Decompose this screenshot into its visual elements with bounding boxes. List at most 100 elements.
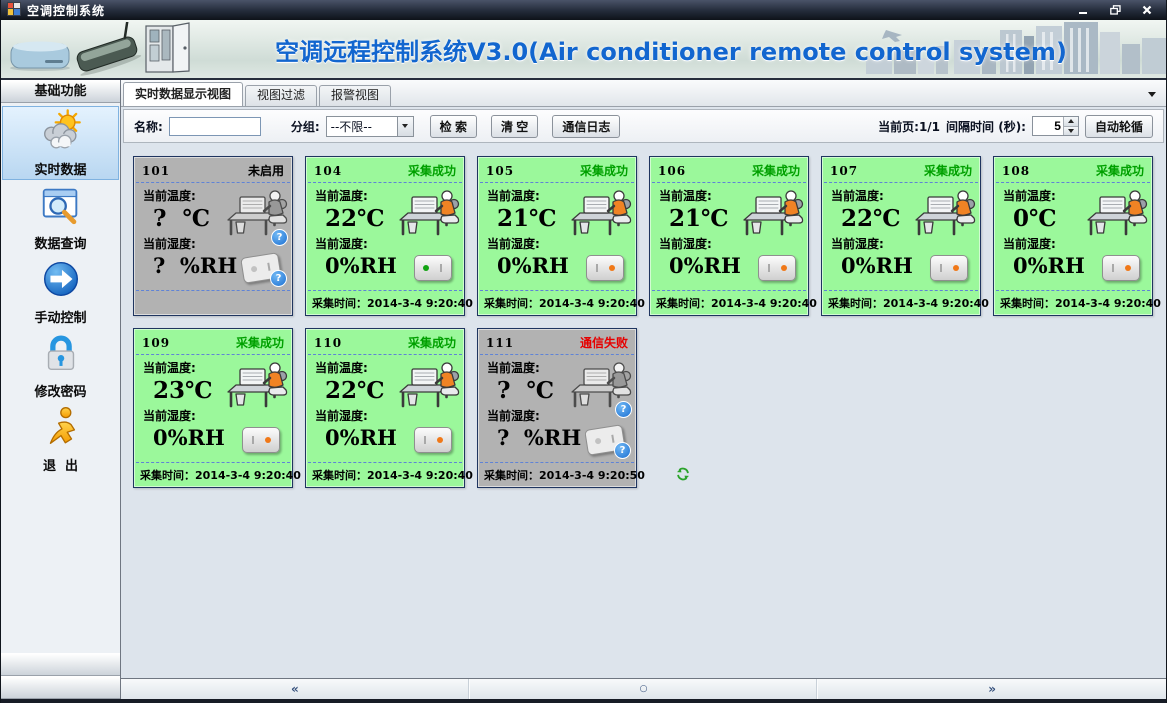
device-status: 采集成功: [408, 162, 456, 179]
sidebar-footer-button[interactable]: [1, 676, 120, 699]
collect-time-label: 采集时间：: [484, 297, 539, 310]
device-status: 通信失败: [580, 334, 628, 351]
collect-time-value: 2014-3-4 9:20:40: [883, 297, 989, 310]
sidebar-item-label: 实时数据: [34, 159, 86, 178]
device-card-111[interactable]: 111 通信失败 当前温度: ? ℃ 当前湿度: ? %RH: [477, 328, 637, 488]
titlebar: 空调控制系统: [1, 0, 1166, 20]
clear-button[interactable]: 清 空: [491, 115, 538, 138]
main-area: 基础功能 实时数据 数据查询 手动控制 修改密码 退 出 实时数据显示视图视图过…: [1, 80, 1166, 699]
group-label: 分组:: [291, 118, 320, 135]
device-id: 106: [658, 164, 686, 178]
collect-time-value: 2014-3-4 9:20:40: [539, 297, 645, 310]
power-switch-icon[interactable]: ?: [586, 427, 624, 453]
ac-unit-worker-icon: ?: [226, 188, 288, 242]
spinner-down-icon[interactable]: [1064, 126, 1078, 136]
device-id: 107: [830, 164, 858, 178]
banner: 空调远程控制系统V3.0(Air conditioner remote cont…: [1, 20, 1166, 80]
maximize-icon[interactable]: [1102, 3, 1128, 18]
page-last-button[interactable]: »: [818, 679, 1166, 699]
collect-time-text: 采集时间：2014-3-4 9:20:40: [140, 467, 301, 483]
ac-unit-worker-icon: ?: [1086, 188, 1148, 242]
double-right-arrow-icon: »: [988, 682, 996, 696]
sidebar-item-label: 修改密码: [34, 381, 86, 400]
tabstrip-dropdown-icon[interactable]: [1148, 92, 1156, 97]
close-icon[interactable]: [1134, 3, 1160, 18]
device-card-104[interactable]: 104 采集成功 当前温度: 22℃ 当前湿度: 0%RH: [305, 156, 465, 316]
search-button[interactable]: 检 索: [430, 115, 477, 138]
app-icon: [7, 1, 21, 20]
device-card-105[interactable]: 105 采集成功 当前温度: 21℃ 当前湿度: 0%RH: [477, 156, 637, 316]
device-id: 110: [314, 336, 342, 350]
sidebar-item-manual-control-arrow[interactable]: 手动控制: [2, 254, 119, 328]
collect-time-text: 采集时间：2014-3-4 9:20:40: [312, 467, 473, 483]
power-switch-icon[interactable]: ?: [586, 255, 624, 281]
page-dot-icon: ○: [640, 684, 648, 694]
device-id: 101: [142, 164, 170, 178]
minimize-icon[interactable]: [1070, 3, 1096, 18]
collect-time-label: 采集时间：: [484, 469, 539, 482]
device-card-101[interactable]: 101 未启用 当前温度: ? ℃ 当前湿度: ? %RH: [133, 156, 293, 316]
device-card-110[interactable]: 110 采集成功 当前温度: 22℃ 当前湿度: 0%RH: [305, 328, 465, 488]
spinner-up-icon[interactable]: [1064, 117, 1078, 126]
sidebar-item-data-search[interactable]: 数据查询: [2, 180, 119, 254]
group-select[interactable]: --不限--: [326, 116, 414, 137]
page-first-button[interactable]: «: [121, 679, 470, 699]
power-switch-icon[interactable]: ?: [930, 255, 968, 281]
device-status: 采集成功: [924, 162, 972, 179]
power-switch-icon[interactable]: ?: [242, 255, 280, 281]
page-indicator[interactable]: ○: [470, 679, 819, 699]
ac-unit-worker-icon: ?: [742, 188, 804, 242]
device-card-107[interactable]: 107 采集成功 当前温度: 22℃ 当前湿度: 0%RH: [821, 156, 981, 316]
power-switch-icon[interactable]: ?: [414, 427, 452, 453]
hardware-devices-image: [5, 22, 195, 80]
exit-runner-icon: [38, 404, 84, 454]
interval-input[interactable]: [1033, 117, 1063, 135]
tab[interactable]: 报警视图: [319, 85, 391, 106]
power-switch-icon[interactable]: ?: [758, 255, 796, 281]
power-switch-icon[interactable]: ?: [414, 255, 452, 281]
tab[interactable]: 视图过滤: [245, 85, 317, 106]
tab[interactable]: 实时数据显示视图: [123, 82, 243, 106]
weather-realtime-icon: [38, 108, 84, 158]
device-card-109[interactable]: 109 采集成功 当前温度: 23℃ 当前湿度: 0%RH: [133, 328, 293, 488]
group-select-value: --不限--: [327, 118, 397, 135]
collect-time-text: 采集时间：2014-3-4 9:20:40: [484, 295, 645, 311]
collect-time-text: 采集时间：2014-3-4 9:20:40: [1000, 295, 1161, 311]
collect-time-label: 采集时间：: [656, 297, 711, 310]
unknown-question-badge: ?: [614, 442, 631, 459]
sidebar-footer-button[interactable]: [1, 653, 120, 676]
name-input[interactable]: [169, 117, 261, 136]
collect-time-text: 采集时间：2014-3-4 9:20:50: [484, 467, 645, 483]
name-label: 名称:: [134, 118, 163, 135]
ac-unit-worker-icon: ?: [570, 188, 632, 242]
collect-time-value: 2014-3-4 9:20:40: [711, 297, 817, 310]
device-card-grid: 101 未启用 当前温度: ? ℃ 当前湿度: ? %RH: [121, 145, 1166, 678]
sidebar-item-label: 数据查询: [34, 233, 86, 252]
power-switch-icon[interactable]: ?: [242, 427, 280, 453]
device-card-108[interactable]: 108 采集成功 当前温度: 0℃ 当前湿度: 0%RH: [993, 156, 1153, 316]
device-card-106[interactable]: 106 采集成功 当前温度: 21℃ 当前湿度: 0%RH: [649, 156, 809, 316]
ac-unit-worker-icon: ?: [226, 360, 288, 414]
comm-log-button[interactable]: 通信日志: [552, 115, 620, 138]
banner-title: 空调远程控制系统V3.0(Air conditioner remote cont…: [196, 32, 1146, 67]
sidebar-item-password-lock[interactable]: 修改密码: [2, 328, 119, 402]
refresh-icon[interactable]: [645, 454, 690, 497]
sidebar-item-weather-realtime[interactable]: 实时数据: [2, 106, 119, 180]
interval-spinner[interactable]: [1032, 116, 1079, 136]
ac-unit-worker-icon: ?: [914, 188, 976, 242]
collect-time-label: 采集时间：: [312, 297, 367, 310]
sidebar-item-exit-runner[interactable]: 退 出: [2, 402, 119, 476]
device-id: 104: [314, 164, 342, 178]
ac-unit-worker-icon: ?: [398, 188, 460, 242]
chevron-down-icon[interactable]: [397, 117, 413, 136]
ac-unit-worker-icon: ?: [398, 360, 460, 414]
sidebar-header-basic-functions[interactable]: 基础功能: [1, 80, 120, 103]
power-switch-icon[interactable]: ?: [1102, 255, 1140, 281]
collect-time-value: 2014-3-4 9:20:40: [367, 469, 473, 482]
window-title: 空调控制系统: [27, 2, 1064, 19]
data-search-icon: [38, 182, 84, 232]
collect-time-text: 采集时间：2014-3-4 9:20:40: [312, 295, 473, 311]
refresh-icon[interactable]: [1161, 282, 1166, 325]
unknown-question-badge: ?: [271, 229, 288, 246]
auto-cycle-button[interactable]: 自动轮循: [1085, 115, 1153, 138]
